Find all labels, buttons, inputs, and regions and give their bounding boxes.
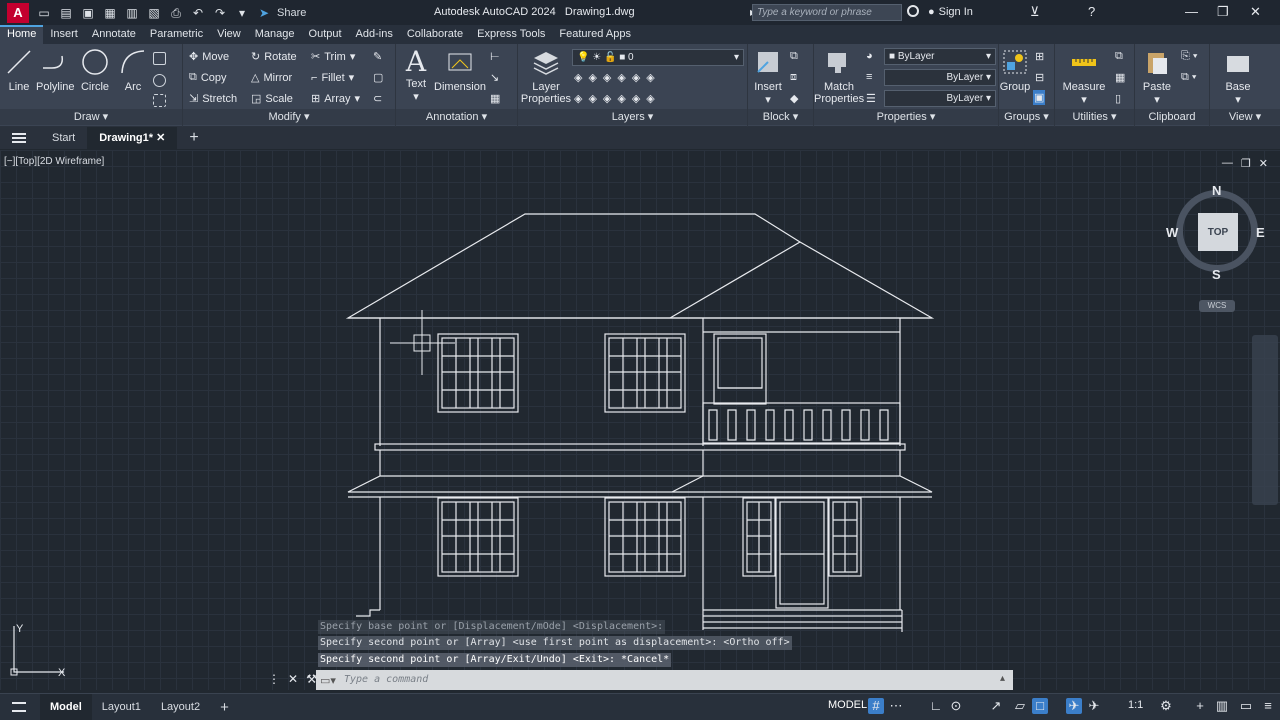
command-history-line-3: Specify second point or [Array/Exit/Undo…: [318, 653, 672, 667]
osnap-icon[interactable]: ▱: [1012, 698, 1028, 714]
front-door-with-sidelights[interactable]: [742, 497, 862, 609]
main-roof[interactable]: [345, 213, 935, 319]
upper-floor-walls[interactable]: [379, 318, 901, 446]
compass-south[interactable]: S: [1212, 267, 1221, 282]
command-input[interactable]: Type a command: [316, 670, 1013, 690]
add-layout-icon[interactable]: +: [210, 694, 239, 720]
snap-icon[interactable]: ⋯: [888, 698, 904, 714]
clean-screen-icon[interactable]: ▭: [1238, 698, 1254, 714]
secondary-roof-ridge[interactable]: [669, 241, 801, 319]
command-prompt-icon[interactable]: ▭▾: [320, 674, 336, 687]
upper-window-left[interactable]: [437, 333, 519, 413]
ortho-icon[interactable]: ∟: [928, 698, 944, 714]
wcs-menu[interactable]: WCS: [1199, 300, 1235, 312]
object-snap-icon[interactable]: □: [1032, 698, 1048, 714]
close-command-line-icon[interactable]: ✕: [288, 672, 298, 686]
ucs-y-label: Y: [16, 623, 24, 635]
annotation-scale[interactable]: 1:1: [1128, 699, 1143, 711]
polar-icon[interactable]: ⊙: [948, 698, 964, 714]
grid-icon[interactable]: #: [868, 698, 884, 714]
isolate-icon[interactable]: ▥: [1214, 698, 1230, 714]
compass-north[interactable]: N: [1212, 183, 1221, 198]
annotation-visibility-icon[interactable]: ✈: [1066, 698, 1082, 714]
add-status-icon[interactable]: +: [1192, 698, 1208, 714]
house-elevation-drawing[interactable]: [0, 0, 1280, 720]
ucs-x-label: X: [58, 667, 66, 679]
workspace-gear-icon[interactable]: ⚙: [1158, 698, 1174, 714]
customization-menu-icon[interactable]: ≡: [1260, 698, 1276, 714]
model-space-toggle[interactable]: MODEL: [828, 699, 867, 711]
command-history-line-1: Specify base point or [Displacement/mOde…: [318, 620, 666, 634]
navigation-bar[interactable]: [1252, 335, 1278, 505]
crosshair-cursor: [390, 310, 455, 375]
upper-window-right[interactable]: [604, 333, 686, 413]
viewcube[interactable]: TOP N S E W: [1166, 183, 1265, 282]
viewcube-top-face[interactable]: TOP: [1198, 213, 1238, 251]
compass-west[interactable]: W: [1166, 225, 1178, 240]
ucs-icon: Y X: [10, 623, 66, 679]
isodraft-icon[interactable]: ↗: [988, 698, 1004, 714]
command-history-line-2: Specify second point or [Array] <use fir…: [318, 636, 792, 650]
lower-window-right[interactable]: [604, 497, 686, 577]
compass-east[interactable]: E: [1256, 225, 1265, 240]
layout-menu-icon[interactable]: [12, 702, 26, 712]
command-line-tools: ⋮ ✕ ⚒: [268, 672, 317, 686]
autocad-window: A ▭ ▤ ▣ ▦ ▥ ▧ ⎙ ↶ ↷ ▾ ➤ Share Autodesk A…: [0, 0, 1280, 720]
tab-model[interactable]: Model: [40, 693, 92, 720]
command-history-toggle-icon[interactable]: ▴: [1000, 673, 1005, 684]
lower-window-left[interactable]: [437, 497, 519, 577]
balcony-door[interactable]: [713, 333, 767, 405]
porch-canopy[interactable]: [347, 475, 933, 493]
tab-layout1[interactable]: Layout1: [92, 694, 151, 720]
autoscale-icon[interactable]: ✈: [1086, 698, 1102, 714]
balcony-railing[interactable]: [702, 402, 901, 444]
tab-layout2[interactable]: Layout2: [151, 694, 210, 720]
command-grip-icon[interactable]: ⋮: [268, 672, 280, 686]
